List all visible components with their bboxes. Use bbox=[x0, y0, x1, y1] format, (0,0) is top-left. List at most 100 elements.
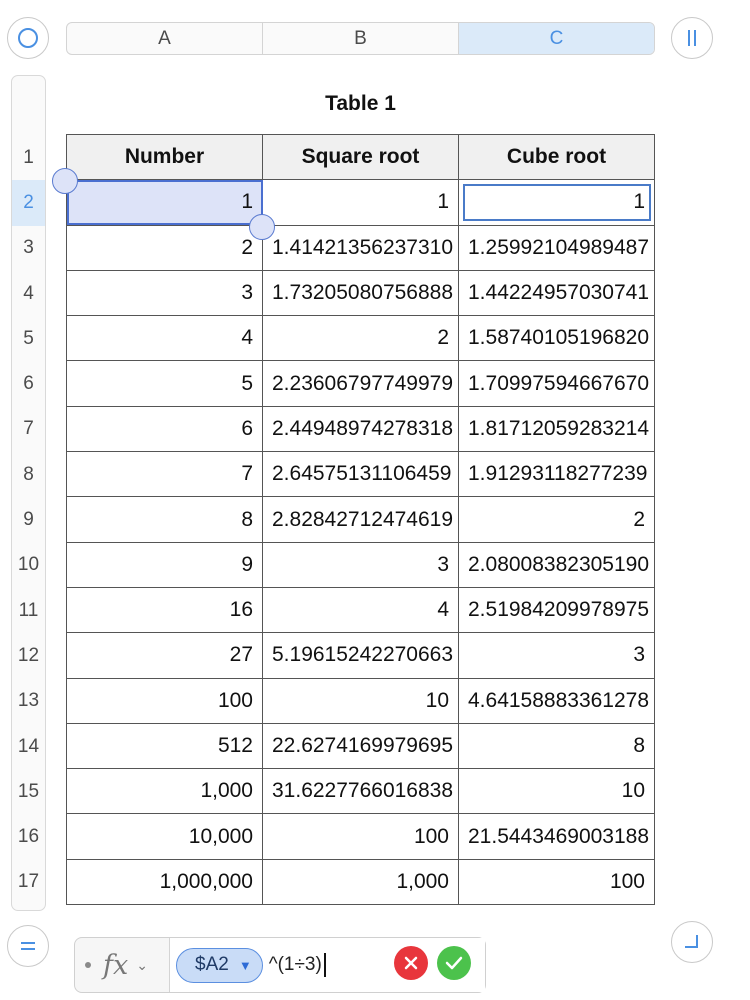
column-header-c[interactable]: C bbox=[459, 23, 654, 54]
table-row: 1,000,000 1,000 100 bbox=[66, 858, 655, 906]
cell-number[interactable]: 1 bbox=[66, 179, 263, 226]
cell-number[interactable]: 16 bbox=[66, 586, 263, 634]
cell-square-root[interactable]: 2.64575131106459 bbox=[262, 451, 459, 498]
formula-keyboard-button[interactable] bbox=[7, 925, 49, 967]
cell-number[interactable]: 7 bbox=[66, 451, 263, 498]
row-header-6[interactable]: 6 bbox=[12, 362, 45, 407]
cell-number[interactable]: 8 bbox=[66, 496, 263, 543]
cell-square-root[interactable]: 3 bbox=[262, 541, 459, 588]
cell-square-root[interactable]: 5.19615242270663 bbox=[262, 632, 459, 679]
column-resize-icon bbox=[688, 30, 696, 46]
row-header-5[interactable]: 5 bbox=[12, 316, 45, 361]
row-header-17[interactable]: 17 bbox=[12, 860, 45, 905]
table-row: 27 5.19615242270663 3 bbox=[66, 632, 655, 679]
cell-square-root[interactable]: 2.44948974278318 bbox=[262, 405, 459, 453]
row-header-8[interactable]: 8 bbox=[12, 452, 45, 497]
cell-square-root[interactable]: 1.73205080756888 bbox=[262, 269, 459, 317]
cell-number[interactable]: 9 bbox=[66, 541, 263, 588]
row-header-1[interactable]: 1 bbox=[12, 135, 45, 180]
row-header-7[interactable]: 7 bbox=[12, 407, 45, 452]
function-menu-button[interactable]: fx ⌄ bbox=[75, 938, 170, 992]
cell-number[interactable]: 27 bbox=[66, 632, 263, 679]
header-cell-number[interactable]: Number bbox=[66, 133, 263, 181]
circle-icon bbox=[18, 28, 38, 48]
cell-cube-root[interactable]: 1.44224957030741 bbox=[458, 269, 655, 317]
cell-number[interactable]: 3 bbox=[66, 269, 263, 317]
header-cell-cube-root[interactable]: Cube root bbox=[458, 133, 655, 181]
row-header-4[interactable]: 4 bbox=[12, 271, 45, 316]
cell-square-root[interactable]: 2.82842712474619 bbox=[262, 496, 459, 543]
close-icon bbox=[404, 956, 418, 970]
formula-expression: ^(1÷3) bbox=[268, 954, 322, 975]
cell-cube-root[interactable]: 10 bbox=[458, 768, 655, 815]
table-row: 111 bbox=[66, 179, 655, 226]
table-row: 4 2 1.58740105196820 bbox=[66, 315, 655, 362]
row-header-9[interactable]: 9 bbox=[12, 497, 45, 542]
cell-cube-root[interactable]: 1.58740105196820 bbox=[458, 315, 655, 362]
row-header-10[interactable]: 10 bbox=[12, 543, 45, 588]
cell-cube-root[interactable]: 2.08008382305190 bbox=[458, 541, 655, 588]
cell-cube-root[interactable]: 4.64158883361278 bbox=[458, 677, 655, 724]
column-header-b[interactable]: B bbox=[263, 23, 459, 54]
cell-square-root[interactable]: 2 bbox=[262, 315, 459, 362]
cell-reference-token[interactable]: $A2 ▼ bbox=[176, 947, 263, 983]
cell-cube-root[interactable]: 1.91293118277239 bbox=[458, 451, 655, 498]
column-header-a[interactable]: A bbox=[67, 23, 263, 54]
triangle-down-icon: ▼ bbox=[238, 957, 252, 973]
add-row-handle[interactable] bbox=[671, 921, 713, 963]
cell-cube-root[interactable]: 21.5443469003188 bbox=[458, 813, 655, 860]
cell-reference-label: $A2 bbox=[195, 954, 229, 975]
cell-cube-root[interactable]: 1.70997594667670 bbox=[458, 360, 655, 407]
cell-number[interactable]: 5 bbox=[66, 360, 263, 407]
cancel-formula-button[interactable] bbox=[394, 946, 428, 980]
select-all-button[interactable] bbox=[7, 17, 49, 59]
row-header-bar: 1 2 3 4 5 6 7 8 9 10 11 12 13 14 15 16 17 bbox=[11, 75, 46, 911]
cell-square-root[interactable]: 31.6227766016838 bbox=[262, 768, 459, 815]
row-header-11[interactable]: 11 bbox=[12, 588, 45, 633]
selection-start-handle[interactable] bbox=[52, 168, 78, 194]
cell-square-root[interactable]: 4 bbox=[262, 586, 459, 634]
cell-square-root[interactable]: 1,000 bbox=[262, 858, 459, 906]
table-row: 3 1.73205080756888 1.44224957030741 bbox=[66, 269, 655, 317]
selection-end-handle[interactable] bbox=[249, 214, 275, 240]
table-row: 6 2.44948974278318 1.81712059283214 bbox=[66, 405, 655, 453]
cell-number[interactable]: 512 bbox=[66, 722, 263, 770]
cell-number[interactable]: 1,000,000 bbox=[66, 858, 263, 906]
cell-square-root[interactable]: 22.6274169979695 bbox=[262, 722, 459, 770]
cell-number[interactable]: 2 bbox=[66, 224, 263, 271]
cell-number[interactable]: 100 bbox=[66, 677, 263, 724]
row-header-2[interactable]: 2 bbox=[12, 180, 45, 226]
header-cell-square-root[interactable]: Square root bbox=[262, 133, 459, 181]
cell-cube-root[interactable]: 2 bbox=[458, 496, 655, 543]
cell-square-root[interactable]: 10 bbox=[262, 677, 459, 724]
cell-square-root[interactable]: 1.41421356237310 bbox=[262, 224, 459, 271]
cell-cube-root[interactable]: 1.81712059283214 bbox=[458, 405, 655, 453]
table-row: 2 1.41421356237310 1.25992104989487 bbox=[66, 224, 655, 271]
cell-square-root[interactable]: 2.23606797749979 bbox=[262, 360, 459, 407]
cell-cube-root[interactable]: 8 bbox=[458, 722, 655, 770]
accept-formula-button[interactable] bbox=[437, 946, 471, 980]
table-row: 1,000 31.6227766016838 10 bbox=[66, 768, 655, 815]
equals-icon bbox=[21, 942, 35, 950]
row-header-14[interactable]: 14 bbox=[12, 724, 45, 769]
cell-cube-root[interactable]: 2.51984209978975 bbox=[458, 586, 655, 634]
row-header-15[interactable]: 15 bbox=[12, 769, 45, 814]
cell-cube-root[interactable]: 1 bbox=[458, 179, 655, 226]
row-header-13[interactable]: 13 bbox=[12, 679, 45, 724]
cell-square-root[interactable]: 100 bbox=[262, 813, 459, 860]
row-header-3[interactable]: 3 bbox=[12, 226, 45, 271]
cell-number[interactable]: 4 bbox=[66, 315, 263, 362]
cell-number[interactable]: 6 bbox=[66, 405, 263, 453]
cell-number[interactable]: 1,000 bbox=[66, 768, 263, 815]
cell-square-root[interactable]: 1 bbox=[262, 179, 459, 226]
cell-cube-root[interactable]: 1.25992104989487 bbox=[458, 224, 655, 271]
cell-number[interactable]: 10,000 bbox=[66, 813, 263, 860]
add-column-handle[interactable] bbox=[671, 17, 713, 59]
checkmark-icon bbox=[445, 956, 463, 970]
row-header-16[interactable]: 16 bbox=[12, 815, 45, 860]
row-header-12[interactable]: 12 bbox=[12, 633, 45, 678]
cell-cube-root[interactable]: 100 bbox=[458, 858, 655, 906]
column-header-bar: A B C bbox=[66, 22, 655, 55]
cell-cube-root[interactable]: 3 bbox=[458, 632, 655, 679]
fx-icon: fx bbox=[103, 949, 129, 981]
